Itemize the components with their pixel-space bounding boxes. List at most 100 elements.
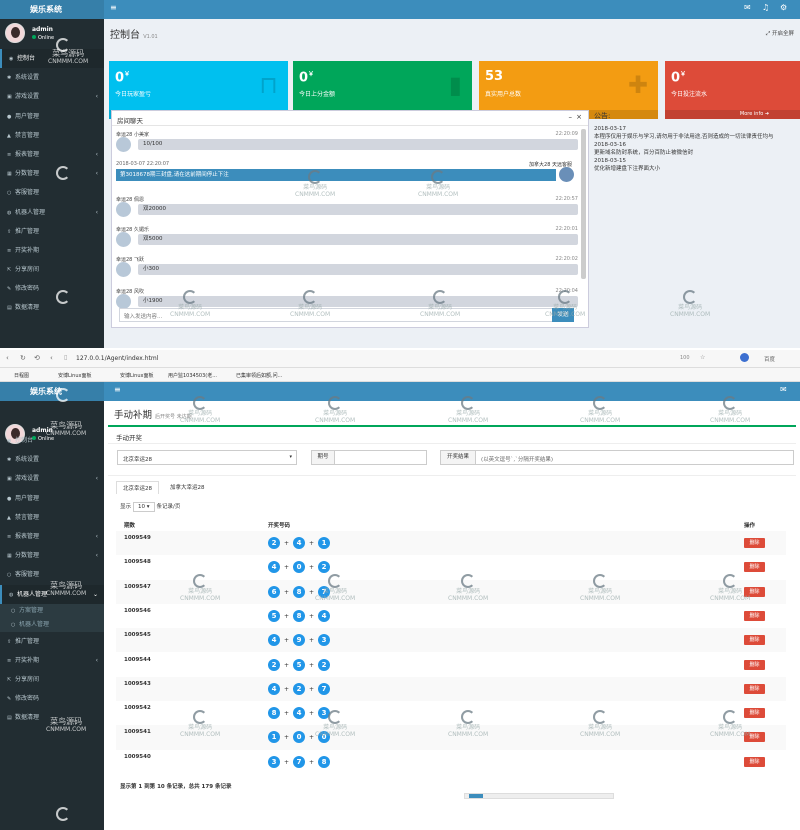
sidebar-item[interactable]: ⇪推广管理 bbox=[0, 632, 104, 651]
tab-bj28[interactable]: 北京幸运28 bbox=[116, 481, 159, 494]
sidebar-item[interactable]: ⇱分享房间 bbox=[0, 260, 104, 279]
sidebar-item[interactable]: ✎修改密码 bbox=[0, 279, 104, 298]
chevron-left-icon: ‹ bbox=[96, 164, 98, 183]
sidebar-item[interactable]: ✱系统设置 bbox=[0, 68, 104, 87]
sidebar-item[interactable]: ▤数据清理 bbox=[0, 708, 104, 727]
url-bar[interactable]: 127.0.0.1/Agent/index.html bbox=[76, 355, 158, 362]
bookmark[interactable]: 安博Linux面板 bbox=[58, 372, 91, 379]
result-input[interactable]: (以英文逗号`,`分隔开奖结果) bbox=[476, 450, 794, 465]
mail-icon[interactable]: ✉ bbox=[744, 3, 751, 12]
bell-icon[interactable]: ♫ bbox=[762, 3, 769, 12]
sidebar-item[interactable]: ▣游戏设置‹ bbox=[0, 87, 104, 106]
dashboard-icon: ◉ bbox=[7, 432, 15, 451]
sidebar-item[interactable]: ≡报表管理‹ bbox=[0, 527, 104, 546]
menu-toggle-icon[interactable]: ≡ bbox=[110, 3, 117, 12]
sidebar-item[interactable]: ◉控制台 bbox=[0, 431, 104, 450]
fullscreen-button[interactable]: ⤢ 开启全屏 bbox=[766, 29, 794, 38]
number-ball: 5 bbox=[293, 659, 305, 671]
chat-input[interactable]: 输入发送内容... bbox=[119, 308, 574, 322]
sidebar-item-label: 推广管理 bbox=[15, 228, 39, 235]
mail-icon[interactable]: ✉ bbox=[780, 385, 787, 394]
plus-sign: + bbox=[280, 540, 293, 547]
number-ball: 4 bbox=[293, 707, 305, 719]
chat-time: 22:20:02 bbox=[556, 256, 578, 262]
sidebar-item[interactable]: ▤数据清理 bbox=[0, 298, 104, 317]
sidebar-item[interactable]: ⇪推广管理 bbox=[0, 222, 104, 241]
chat-scrollbar[interactable] bbox=[581, 129, 586, 279]
sidebar-item[interactable]: ◉控制台 bbox=[0, 49, 104, 68]
sidebar-item[interactable]: ✎修改密码 bbox=[0, 689, 104, 708]
delete-button[interactable]: 删除 bbox=[744, 611, 765, 621]
game-select[interactable]: 北京幸运28▾ bbox=[117, 450, 297, 465]
sidebar-item-label: 开奖补期 bbox=[15, 657, 39, 664]
delete-button[interactable]: 删除 bbox=[744, 587, 765, 597]
delete-button[interactable]: 删除 bbox=[744, 684, 765, 694]
sidebar-item[interactable]: ✱系统设置 bbox=[0, 450, 104, 469]
page-title: 手动补期 后开奖号 未达期 bbox=[114, 407, 192, 421]
chat-time: 22:20:09 bbox=[556, 131, 578, 137]
issue-input[interactable] bbox=[335, 450, 427, 465]
menu-toggle-icon[interactable]: ≡ bbox=[114, 385, 121, 394]
table-row: 10095492+4+1删除 bbox=[116, 531, 786, 555]
minimize-icon[interactable]: – bbox=[569, 113, 573, 121]
close-icon[interactable]: × bbox=[576, 113, 582, 121]
top-navbar: ≡ ✉ ♫ ⚙ bbox=[104, 0, 800, 19]
search-engine-icon[interactable] bbox=[740, 353, 749, 362]
delete-button[interactable]: 删除 bbox=[744, 635, 765, 645]
sidebar-item[interactable]: ○客服管理 bbox=[0, 183, 104, 202]
brand-logo[interactable]: 娱乐系统 bbox=[0, 0, 104, 19]
chevron-left-icon: ‹ bbox=[96, 546, 98, 565]
issue-label: 期号 bbox=[311, 450, 335, 465]
bookmark[interactable]: 用户监1034503(老... bbox=[168, 372, 217, 379]
list-icon: ≡ bbox=[7, 146, 15, 165]
plus-sign: + bbox=[280, 734, 293, 741]
number-ball: 2 bbox=[318, 659, 330, 671]
col-issue: 期数 bbox=[124, 521, 135, 529]
sidebar-item[interactable]: ○客服管理 bbox=[0, 565, 104, 584]
brand-logo[interactable]: 娱乐系统 bbox=[0, 382, 104, 401]
pagination[interactable] bbox=[464, 793, 614, 799]
sidebar-item-label: 游戏设置 bbox=[15, 93, 39, 100]
sidebar-item[interactable]: ○方案管理 bbox=[0, 604, 104, 618]
sidebar-item[interactable]: ▲禁言管理 bbox=[0, 508, 104, 527]
sidebar-item[interactable]: ≡报表管理‹ bbox=[0, 145, 104, 164]
sidebar-item[interactable]: ≡开奖补期 bbox=[0, 241, 104, 260]
send-button[interactable]: 发送 bbox=[552, 308, 574, 322]
delete-button[interactable]: 删除 bbox=[744, 732, 765, 742]
sidebar-item[interactable]: ◍机器人管理‹ bbox=[0, 203, 104, 222]
sidebar-item[interactable]: ◍机器人管理⌄ bbox=[0, 585, 104, 604]
star-icon[interactable]: ☆ bbox=[700, 354, 705, 361]
user-icon[interactable]: ⚙ bbox=[780, 3, 787, 12]
delete-button[interactable]: 删除 bbox=[744, 757, 765, 767]
system-avatar bbox=[559, 167, 574, 182]
bookmark[interactable]: 日程图 bbox=[14, 372, 29, 379]
sidebar-item[interactable]: ▣游戏设置‹ bbox=[0, 469, 104, 488]
sidebar-item[interactable]: ●用户管理 bbox=[0, 107, 104, 126]
chevron-left-icon: ‹ bbox=[96, 469, 98, 488]
sidebar-item-label: 用户管理 bbox=[15, 495, 39, 502]
page-size-select[interactable]: 10 ▾ bbox=[133, 502, 155, 512]
sidebar-item[interactable]: ▦分数管理‹ bbox=[0, 164, 104, 183]
search-hint[interactable]: 百度 bbox=[764, 355, 775, 363]
sidebar-item[interactable]: ▦分数管理‹ bbox=[0, 546, 104, 565]
reload-icon[interactable]: ↻ bbox=[20, 354, 26, 362]
forward-icon[interactable]: ‹ bbox=[50, 354, 53, 362]
bookmark[interactable]: 已集审领后如额,问... bbox=[236, 372, 282, 379]
bookmark[interactable]: 安博Linux面板 bbox=[120, 372, 153, 379]
delete-button[interactable]: 删除 bbox=[744, 708, 765, 718]
sidebar-item[interactable]: ●用户管理 bbox=[0, 489, 104, 508]
sidebar-item[interactable]: ⇱分享房间 bbox=[0, 670, 104, 689]
back-icon[interactable]: ‹ bbox=[6, 354, 9, 362]
table-footer: 显示第 1 到第 10 条记录，总共 179 条记录 bbox=[120, 782, 231, 790]
sidebar-item[interactable]: ▲禁言管理 bbox=[0, 126, 104, 145]
tab-jnd28[interactable]: 加拿大幸运28 bbox=[164, 481, 211, 493]
chevron-left-icon: ‹ bbox=[96, 145, 98, 164]
sidebar-item[interactable]: ○机器人管理 bbox=[0, 618, 104, 632]
delete-button[interactable]: 删除 bbox=[744, 538, 765, 548]
delete-button[interactable]: 删除 bbox=[744, 660, 765, 670]
undo-icon[interactable]: ⟲ bbox=[34, 354, 40, 362]
sidebar-item[interactable]: ≡开奖补期‹ bbox=[0, 651, 104, 670]
delete-button[interactable]: 删除 bbox=[744, 562, 765, 572]
stat-label: 今日上分金额 bbox=[299, 89, 335, 98]
number-ball: 0 bbox=[293, 731, 305, 743]
